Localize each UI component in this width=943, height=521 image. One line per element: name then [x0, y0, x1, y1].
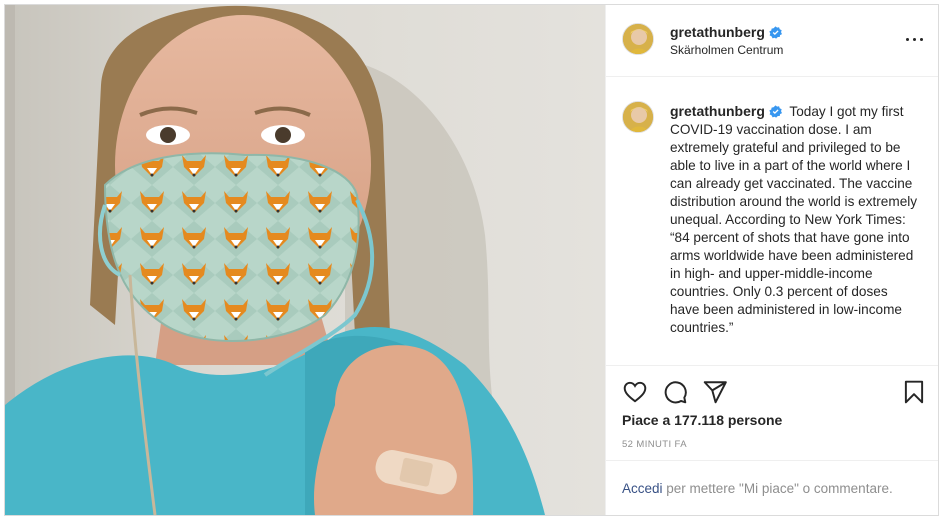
paper-plane-icon[interactable] [702, 379, 728, 405]
post-header: gretathunberg Skärholmen Centrum [606, 5, 938, 77]
verified-badge-icon [769, 26, 782, 39]
caption-avatar[interactable] [622, 101, 654, 133]
avatar[interactable] [622, 23, 654, 55]
verified-badge-icon [769, 105, 782, 118]
more-dot [906, 38, 909, 41]
selfie-image [5, 5, 605, 515]
caption-username-text[interactable]: gretathunberg [670, 103, 765, 119]
more-dot [920, 38, 923, 41]
caption-body: Today I got my first COVID-19 vaccinatio… [670, 104, 918, 335]
caption-area: gretathunberg Today I got my first COVID… [606, 78, 938, 365]
post-photo[interactable] [5, 5, 605, 515]
caption-username[interactable]: gretathunberg [670, 103, 782, 119]
likes-count[interactable]: Piace a 177.118 persone [622, 412, 782, 428]
instagram-post: gretathunberg Skärholmen Centrum gretath… [4, 4, 939, 516]
username[interactable]: gretathunberg [670, 24, 782, 40]
more-options-button[interactable] [905, 29, 925, 49]
bookmark-icon[interactable] [901, 379, 927, 405]
login-prompt-text: per mettere "Mi piace" o commentare. [662, 481, 893, 496]
caption: gretathunberg Today I got my first COVID… [670, 102, 920, 337]
caption-fade [606, 357, 938, 365]
comment-icon[interactable] [662, 379, 688, 405]
post-sidebar: gretathunberg Skärholmen Centrum gretath… [605, 5, 938, 515]
heart-icon[interactable] [622, 379, 648, 405]
login-prompt: Accedi per mettere "Mi piace" o commenta… [606, 460, 938, 515]
username-text[interactable]: gretathunberg [670, 24, 765, 40]
location-link[interactable]: Skärholmen Centrum [670, 43, 783, 57]
actions-area: Piace a 177.118 persone 52 MINUTI FA Acc… [606, 365, 938, 515]
more-dot [913, 38, 916, 41]
login-link[interactable]: Accedi [622, 481, 663, 496]
post-timestamp[interactable]: 52 MINUTI FA [622, 439, 687, 450]
